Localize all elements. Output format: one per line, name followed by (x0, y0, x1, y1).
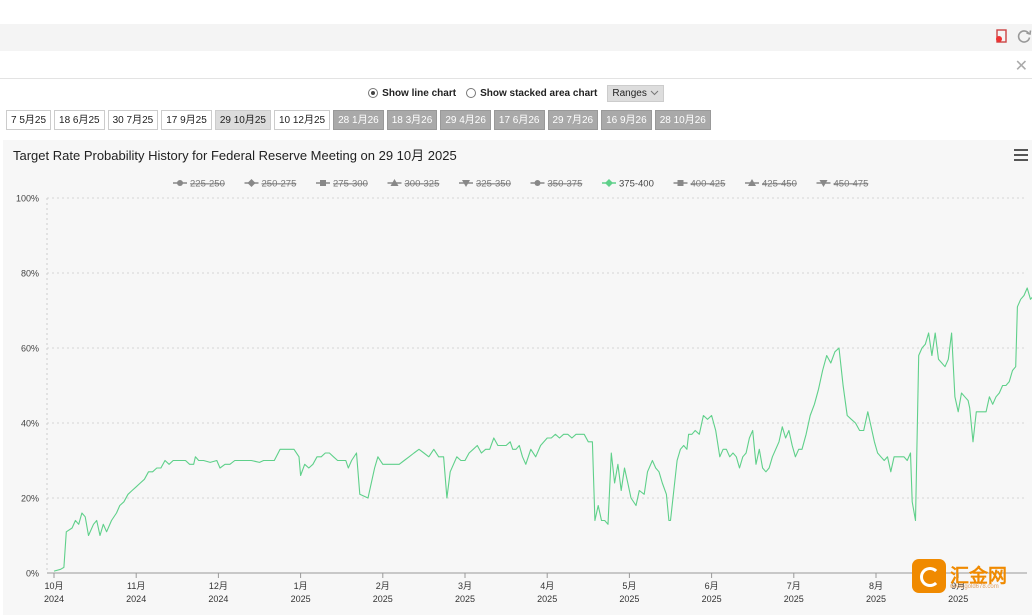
stacked-area-label: Show stacked area chart (480, 87, 598, 99)
line-chart-radio[interactable] (368, 88, 379, 98)
legend-item: 350-375 (548, 179, 583, 190)
x-tick-month: 2月 (376, 581, 390, 591)
line-chart: 225-250 250-275 275-300 300-325 325-350 350-3… (16, 179, 1032, 604)
meeting-tab[interactable]: 18 3月26 (386, 110, 438, 130)
meeting-tab[interactable]: 10 12月25 (273, 110, 331, 130)
y-tick-label: 60% (21, 344, 39, 354)
meeting-tab[interactable]: 16 9月26 (601, 110, 652, 130)
x-tick-year: 2025 (702, 594, 722, 604)
top-toolbar-band (0, 24, 1032, 51)
meeting-tabs: 7 5月25 18 6月25 30 7月25 17 9月25 29 10月25 10 12… (6, 110, 711, 130)
brand-url: www.gold678.com (950, 584, 999, 590)
meeting-tab[interactable]: 7 5月25 (6, 110, 52, 130)
legend-marker (677, 180, 684, 186)
y-tick-label: 40% (21, 419, 39, 429)
x-tick-month: 3月 (458, 581, 472, 591)
legend-item: 375-400 (619, 179, 654, 190)
x-tick-month: 6月 (705, 581, 719, 591)
x-tick-year: 2025 (455, 594, 475, 604)
x-tick-year: 2025 (784, 594, 804, 604)
y-tick-label: 80% (21, 269, 39, 279)
x-tick-month: 11月 (127, 581, 145, 591)
meeting-tab[interactable]: 29 7月26 (547, 110, 599, 130)
stacked-area-radio[interactable] (466, 88, 477, 98)
show-stacked-area-option[interactable]: Show stacked area chart (466, 88, 597, 99)
legend-item: 325-350 (476, 179, 511, 190)
meeting-tab[interactable]: 29 10月25 (214, 110, 271, 130)
legend-marker (320, 180, 326, 186)
x-tick-year: 2025 (866, 594, 886, 604)
ranges-dropdown[interactable]: Ranges (607, 84, 664, 102)
x-tick-year: 2025 (619, 594, 639, 604)
legend-item: 425-450 (762, 179, 797, 190)
x-tick-month: 12月 (209, 581, 228, 591)
meeting-tab[interactable]: 17 9月25 (161, 110, 212, 130)
meeting-tab[interactable]: 29 4月26 (440, 110, 491, 130)
meeting-tab[interactable]: 17 6月26 (493, 110, 545, 130)
meeting-tab[interactable]: 28 10月26 (654, 110, 711, 130)
meeting-tab[interactable]: 18 6月25 (54, 110, 105, 130)
x-tick-month: 10月 (44, 581, 63, 591)
legend-marker (534, 180, 541, 186)
divider (0, 78, 1032, 79)
legend-marker (605, 179, 613, 187)
legend-item: 300-325 (405, 179, 440, 190)
refresh-icon[interactable] (1016, 28, 1032, 44)
show-line-chart-option[interactable]: Show line chart (368, 88, 456, 99)
series-line-375-400 (53, 287, 1032, 572)
y-tick-label: 0% (26, 569, 39, 579)
chart-container: Target Rate Probability History for Fede… (3, 140, 1032, 615)
chevron-down-icon (650, 90, 659, 96)
legend-marker (177, 180, 183, 186)
y-tick-label: 100% (16, 194, 39, 204)
x-tick-month: 4月 (540, 581, 554, 591)
toolbar-icons (994, 28, 1032, 44)
x-tick-year: 2025 (948, 594, 968, 604)
export-icon[interactable] (994, 28, 1010, 44)
ranges-label: Ranges (612, 87, 647, 99)
legend-item: 250-275 (262, 179, 297, 190)
legend-item: 400-425 (691, 179, 726, 190)
x-tick-year: 2025 (373, 594, 393, 604)
line-chart-label: Show line chart (382, 87, 457, 99)
x-tick-month: 5月 (622, 581, 636, 591)
x-tick-year: 2025 (291, 594, 311, 604)
x-tick-year: 2024 (208, 594, 228, 604)
x-tick-year: 2024 (126, 594, 146, 604)
x-tick-year: 2025 (537, 594, 557, 604)
legend-item: 450-475 (834, 179, 869, 190)
meeting-tab[interactable]: 28 1月26 (333, 110, 384, 130)
chart-options: Show line chart Show stacked area chart … (0, 83, 1032, 103)
y-tick-label: 20% (21, 494, 39, 504)
x-tick-month: 7月 (787, 581, 801, 591)
legend-marker (247, 179, 256, 187)
x-tick-year: 2024 (44, 594, 64, 604)
x-tick-month: 1月 (294, 581, 308, 591)
legend-item: 275-300 (333, 179, 368, 190)
meeting-tab[interactable]: 30 7月25 (107, 110, 159, 130)
close-x-icon[interactable]: ✕ (1015, 56, 1028, 76)
legend-item: 225-250 (190, 179, 225, 190)
x-tick-month: 8月 (869, 581, 883, 591)
brand-logo (912, 559, 946, 593)
